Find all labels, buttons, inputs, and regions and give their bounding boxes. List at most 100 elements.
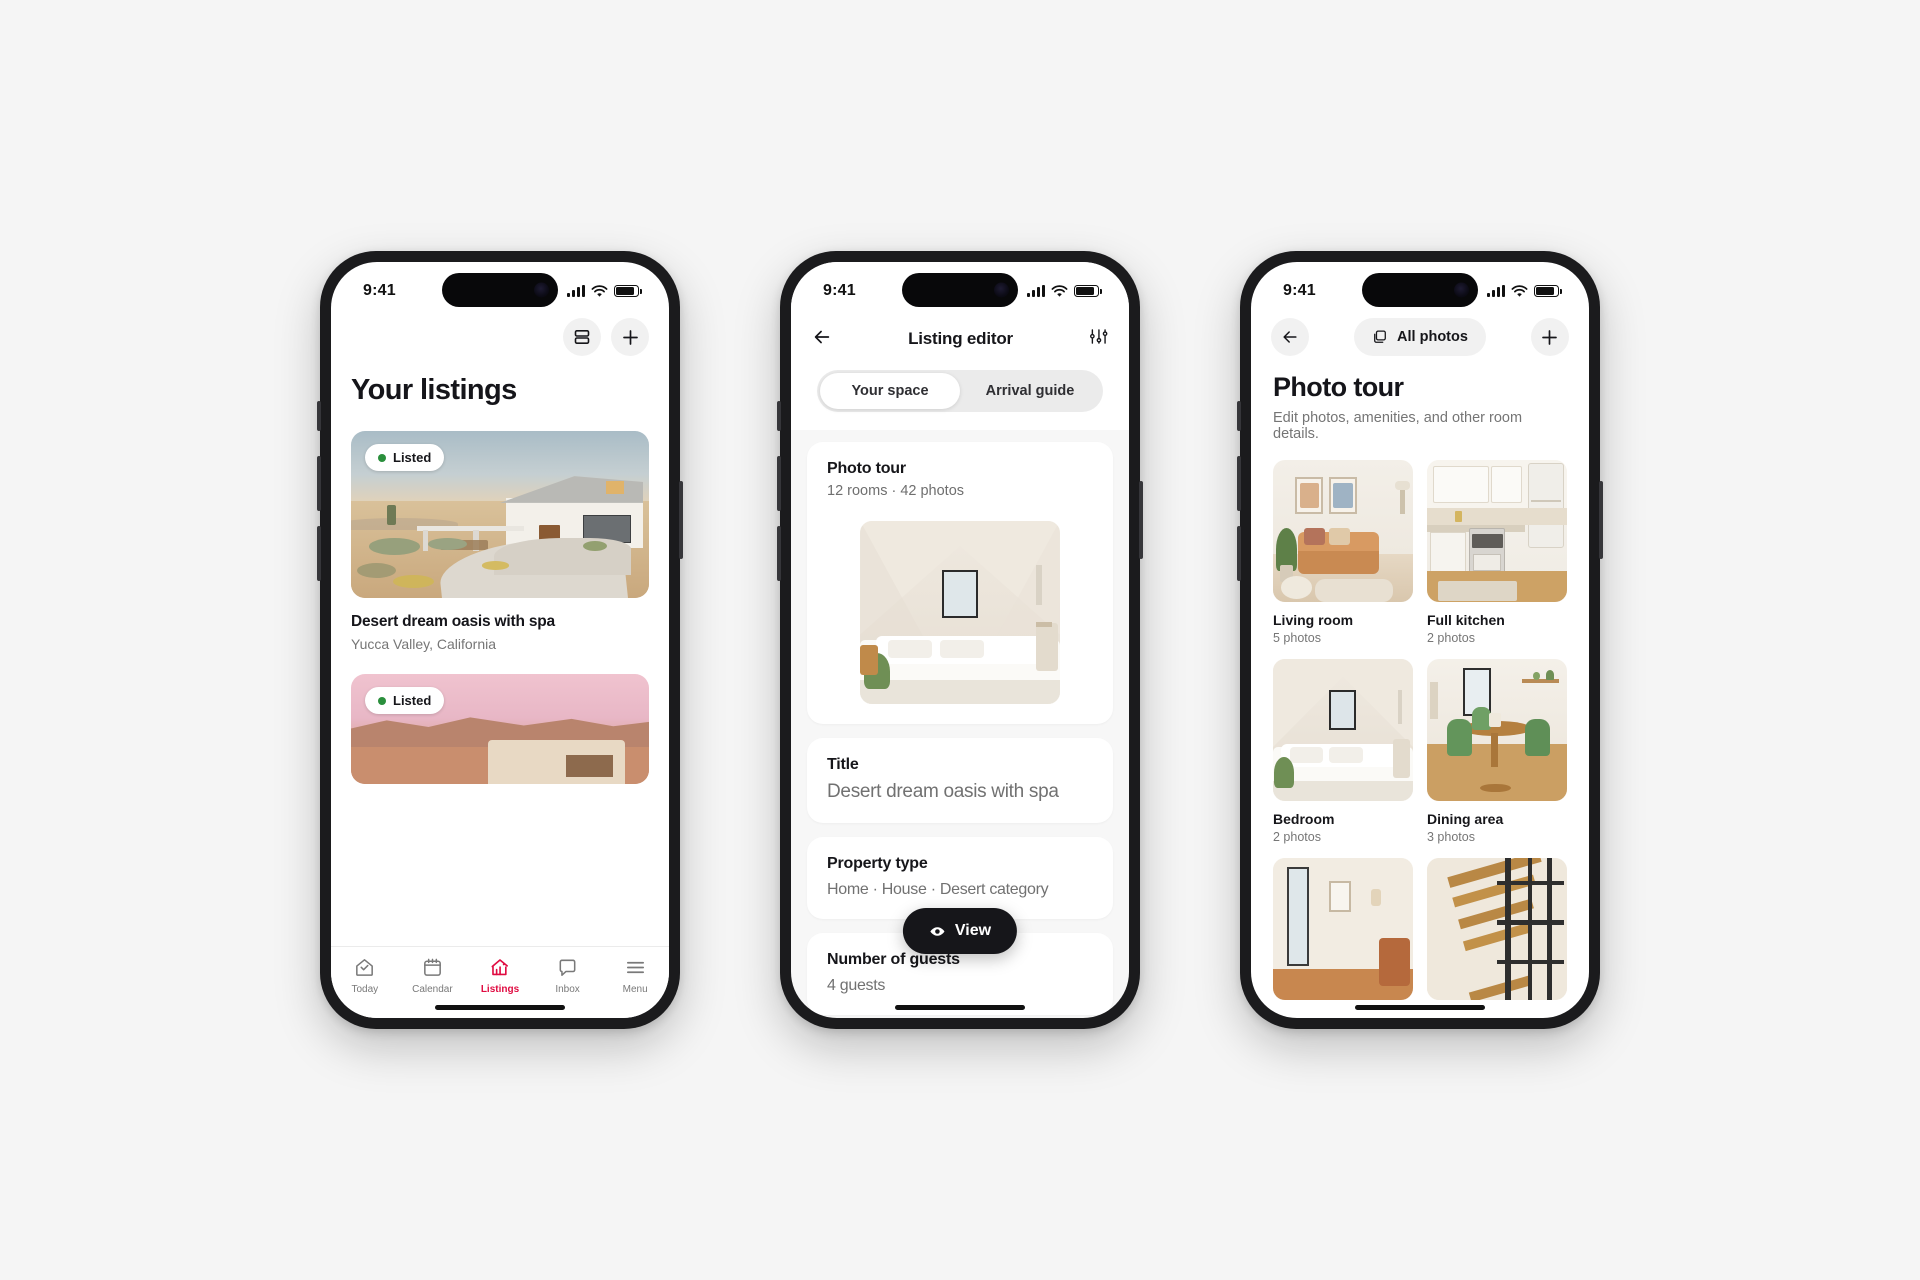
phone-1-toolbar [331, 314, 669, 356]
kitchen-illustration [1427, 460, 1567, 602]
wifi-icon [591, 284, 608, 297]
battery-icon [614, 285, 642, 297]
home-indicator [1355, 1005, 1485, 1010]
stacked-photos-icon [1374, 330, 1386, 343]
room-photo[interactable] [1273, 460, 1413, 602]
room-name: Full kitchen [1427, 612, 1505, 628]
tab-label: Listings [480, 984, 520, 995]
cellular-signal-icon [1027, 285, 1045, 297]
page-subtitle: Edit photos, amenities, and other room d… [1273, 410, 1523, 442]
room-tile-staircase[interactable] [1427, 858, 1567, 1010]
listing-photo[interactable]: Listed [351, 674, 649, 784]
tab-arrival-guide[interactable]: Arrival guide [960, 373, 1100, 409]
arrow-left-icon [814, 330, 830, 343]
room-tile-dining-area[interactable]: Dining area 3 photos [1427, 659, 1567, 844]
tab-label: Menu [622, 984, 648, 995]
status-dot-icon [378, 453, 386, 462]
title-card[interactable]: Title Desert dream oasis with spa [807, 738, 1113, 823]
room-tile-living-room[interactable]: Living room 5 photos [1273, 460, 1413, 645]
room-name: Dining area [1427, 811, 1504, 827]
house-check-icon [356, 959, 374, 976]
dynamic-island [902, 273, 1018, 307]
add-listing-button[interactable] [611, 318, 649, 356]
room-photo-count: 2 photos [1427, 631, 1475, 645]
wifi-icon [1051, 284, 1068, 297]
card-value: Desert dream oasis with spa [827, 781, 1059, 802]
phone-2-screen: 9:41 Listing editor Your space Arrival g… [791, 262, 1129, 1018]
tab-label: Calendar [412, 984, 453, 995]
tab-your-space[interactable]: Your space [820, 373, 960, 409]
card-heading: Photo tour [827, 460, 906, 477]
room-photo-count: 3 photos [1427, 830, 1475, 844]
card-heading: Property type [827, 855, 928, 872]
hamburger-icon [626, 961, 644, 974]
dynamic-island [442, 273, 558, 307]
dining-area-illustration [1427, 659, 1567, 801]
view-button[interactable]: View [902, 908, 1018, 954]
page-title: Your listings [351, 374, 517, 406]
list-view-button[interactable] [563, 318, 601, 356]
battery-icon [1074, 285, 1102, 297]
all-photos-button[interactable]: All photos [1354, 318, 1486, 356]
status-badge-label: Listed [393, 693, 432, 708]
listing-location: Yucca Valley, California [351, 636, 496, 652]
room-photo[interactable] [1273, 858, 1413, 1000]
list-item[interactable]: Listed [351, 674, 649, 784]
listing-photo[interactable]: Listed [351, 431, 649, 598]
tab-menu[interactable]: Menu [601, 956, 669, 995]
list-view-icon [574, 329, 590, 344]
home-indicator [895, 1005, 1025, 1010]
nav-title: Listing editor [908, 329, 1013, 348]
photo-tour-card[interactable]: Photo tour 12 rooms · 42 photos [807, 442, 1113, 724]
bedroom-illustration [1273, 659, 1413, 801]
room-tile-full-kitchen[interactable]: Full kitchen 2 photos [1427, 460, 1567, 645]
photo-tour-hero-photo[interactable] [860, 521, 1060, 704]
living-room-illustration [1273, 460, 1413, 602]
back-button[interactable] [811, 326, 833, 353]
dynamic-island [1362, 273, 1478, 307]
nav-bar: Listing editor [791, 314, 1129, 358]
card-heading: Title [827, 756, 859, 773]
room-name: Living room [1273, 612, 1354, 628]
cellular-signal-icon [1487, 285, 1505, 297]
status-time: 9:41 [1283, 282, 1316, 299]
list-item[interactable]: Listed [351, 431, 649, 652]
property-type-card[interactable]: Property type Home · House · Desert cate… [807, 837, 1113, 919]
hallway-illustration [1273, 858, 1413, 1000]
page-title: Photo tour [1273, 372, 1404, 402]
add-photo-button[interactable] [1530, 318, 1569, 356]
chat-bubble-icon [559, 959, 576, 976]
tab-label: Inbox [555, 984, 580, 995]
room-photo[interactable] [1427, 659, 1567, 801]
room-tile-hallway[interactable] [1273, 858, 1413, 1010]
staircase-illustration [1427, 858, 1567, 1000]
card-subtitle: 12 rooms · 42 photos [827, 483, 965, 499]
listings-list: Listed Desert dream oasis with spa Yucca… [331, 431, 669, 784]
phone-1-screen: 9:41 Your listings Listed Desert dream o… [331, 262, 669, 1018]
tab-inbox[interactable]: Inbox [534, 956, 602, 995]
room-tile-bedroom[interactable]: Bedroom 2 photos [1273, 659, 1413, 844]
status-time: 9:41 [823, 282, 856, 299]
status-badge-label: Listed [393, 450, 432, 465]
room-photo[interactable] [1427, 858, 1567, 1000]
tab-today[interactable]: Today [331, 956, 399, 995]
room-grid: Living room 5 photos Full kitchen 2 phot… [1251, 442, 1589, 1010]
room-photo[interactable] [1273, 659, 1413, 801]
plus-icon [1542, 329, 1558, 345]
phone-3-screen: 9:41 All photos Photo tour Edit photos, … [1251, 262, 1589, 1018]
room-photo[interactable] [1427, 460, 1567, 602]
phone-1-listings: 9:41 Your listings Listed Desert dream o… [317, 251, 683, 1029]
listing-name: Desert dream oasis with spa [351, 613, 555, 630]
tab-listings[interactable]: Listings [466, 956, 534, 995]
cellular-signal-icon [567, 285, 585, 297]
plus-icon [622, 329, 638, 345]
tab-calendar[interactable]: Calendar [399, 956, 467, 995]
card-value: 4 guests [827, 977, 886, 994]
back-button[interactable] [1271, 318, 1309, 356]
settings-button[interactable] [1088, 326, 1109, 352]
house-chart-icon [491, 959, 509, 976]
segmented-control: Your space Arrival guide [817, 370, 1103, 412]
segmented-control-wrap: Your space Arrival guide [791, 358, 1129, 430]
card-value: Home · House · Desert category [827, 881, 1049, 898]
calendar-icon [423, 958, 441, 976]
